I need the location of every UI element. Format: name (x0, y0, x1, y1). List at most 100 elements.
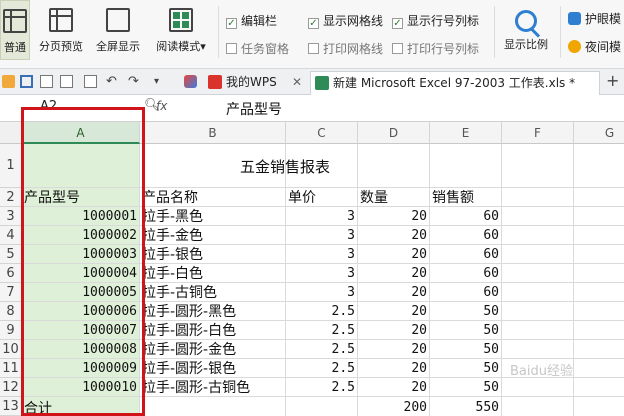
save-icon[interactable] (20, 75, 33, 88)
zoom-button[interactable]: 显示比例 (498, 0, 554, 60)
table-cell[interactable]: 50 (430, 340, 502, 359)
table-cell[interactable]: 60 (430, 226, 502, 245)
table-cell[interactable]: 1000009 (22, 359, 140, 378)
table-cell[interactable] (574, 226, 624, 245)
table-cell[interactable] (502, 226, 574, 245)
table-cell[interactable]: 60 (430, 264, 502, 283)
print-gridlines-checkbox[interactable]: 打印网格线 (308, 40, 383, 56)
select-all-corner[interactable] (0, 122, 22, 144)
row-header[interactable]: 10 (0, 340, 22, 359)
show-headers-checkbox[interactable]: ✓ 显示行号列标 (392, 12, 479, 29)
table-cell[interactable]: 20 (358, 340, 430, 359)
column-header[interactable]: F (502, 122, 574, 144)
table-cell[interactable]: 拉手-白色 (140, 264, 286, 283)
table-cell[interactable]: 50 (430, 302, 502, 321)
eye-protection-button[interactable]: 护眼模 (568, 10, 621, 26)
print-preview-icon[interactable] (40, 75, 53, 88)
total-cell[interactable] (574, 397, 624, 416)
table-cell[interactable]: 20 (358, 207, 430, 226)
fullscreen-button[interactable]: 全屏显示 (92, 0, 144, 60)
task-pane-checkbox[interactable]: 任务窗格 (226, 40, 289, 56)
tab-my-wps[interactable]: 我的WPS ✕ (204, 71, 308, 95)
column-header[interactable]: A (22, 122, 140, 144)
row-header[interactable]: 13 (0, 397, 22, 416)
table-cell[interactable] (574, 264, 624, 283)
redo-icon[interactable]: ↷ (128, 75, 141, 88)
table-cell[interactable]: 2.5 (286, 321, 358, 340)
export-pdf-icon[interactable] (60, 75, 73, 88)
table-cell[interactable]: 20 (358, 245, 430, 264)
column-header[interactable]: C (286, 122, 358, 144)
table-cell[interactable]: 3 (286, 207, 358, 226)
table-cell[interactable]: 拉手-圆形-银色 (140, 359, 286, 378)
table-cell[interactable]: 拉手-圆形-金色 (140, 340, 286, 359)
column-header[interactable]: B (140, 122, 286, 144)
table-cell[interactable] (502, 378, 574, 397)
header-cell[interactable] (502, 188, 574, 207)
total-label-cell[interactable]: 合计 (22, 397, 140, 416)
reading-mode-button[interactable]: 阅读模式▾ (150, 0, 212, 60)
table-cell[interactable] (574, 359, 624, 378)
wps-cloud-icon[interactable] (184, 75, 197, 88)
table-cell[interactable]: 50 (430, 321, 502, 340)
normal-view-button[interactable]: 普通 (0, 0, 30, 60)
table-cell[interactable]: 20 (358, 264, 430, 283)
table-cell[interactable]: 20 (358, 359, 430, 378)
table-cell[interactable] (574, 378, 624, 397)
table-cell[interactable]: 20 (358, 283, 430, 302)
header-cell[interactable]: 数量 (358, 188, 430, 207)
table-cell[interactable] (502, 283, 574, 302)
table-cell[interactable] (574, 207, 624, 226)
table-cell[interactable]: 拉手-金色 (140, 226, 286, 245)
table-cell[interactable]: 拉手-古铜色 (140, 283, 286, 302)
column-header[interactable]: E (430, 122, 502, 144)
table-cell[interactable]: 60 (430, 283, 502, 302)
show-gridlines-checkbox[interactable]: ✓ 显示网格线 (308, 12, 383, 29)
open-folder-icon[interactable] (2, 75, 15, 88)
table-cell[interactable]: 1000005 (22, 283, 140, 302)
table-cell[interactable] (574, 245, 624, 264)
table-cell[interactable] (574, 144, 624, 188)
row-header[interactable]: 4 (0, 226, 22, 245)
table-cell[interactable] (22, 144, 140, 188)
formula-bar-checkbox[interactable]: ✓ 编辑栏 (226, 12, 277, 29)
table-cell[interactable]: 2.5 (286, 340, 358, 359)
table-cell[interactable]: 50 (430, 359, 502, 378)
table-cell[interactable]: 20 (358, 378, 430, 397)
table-cell[interactable]: 1000003 (22, 245, 140, 264)
row-header[interactable]: 9 (0, 321, 22, 340)
table-cell[interactable]: 3 (286, 283, 358, 302)
column-header[interactable]: D (358, 122, 430, 144)
table-cell[interactable]: 2.5 (286, 378, 358, 397)
table-cell[interactable] (574, 321, 624, 340)
table-cell[interactable]: 20 (358, 302, 430, 321)
row-header[interactable]: 6 (0, 264, 22, 283)
table-cell[interactable]: 60 (430, 245, 502, 264)
table-cell[interactable]: 3 (286, 226, 358, 245)
table-cell[interactable]: 拉手-圆形-黑色 (140, 302, 286, 321)
table-cell[interactable]: 60 (430, 207, 502, 226)
table-cell[interactable] (502, 340, 574, 359)
table-cell[interactable]: 拉手-圆形-古铜色 (140, 378, 286, 397)
total-cell[interactable]: 550 (430, 397, 502, 416)
table-cell[interactable]: 拉手-银色 (140, 245, 286, 264)
table-cell[interactable]: 3 (286, 245, 358, 264)
table-cell[interactable]: 1000007 (22, 321, 140, 340)
table-cell[interactable]: 1000006 (22, 302, 140, 321)
header-cell[interactable] (574, 188, 624, 207)
table-cell[interactable] (502, 264, 574, 283)
header-cell[interactable]: 产品型号 (22, 188, 140, 207)
print-headers-checkbox[interactable]: 打印行号列标 (392, 40, 479, 56)
row-header[interactable]: 11 (0, 359, 22, 378)
table-cell[interactable] (502, 245, 574, 264)
new-tab-icon[interactable]: + (606, 73, 619, 89)
row-header[interactable]: 3 (0, 207, 22, 226)
total-cell[interactable]: 200 (358, 397, 430, 416)
total-cell[interactable] (502, 397, 574, 416)
header-cell[interactable]: 产品名称 (140, 188, 286, 207)
row-header[interactable]: 12 (0, 378, 22, 397)
total-cell[interactable] (286, 397, 358, 416)
header-cell[interactable]: 单价 (286, 188, 358, 207)
row-header[interactable]: 5 (0, 245, 22, 264)
table-cell[interactable] (502, 302, 574, 321)
